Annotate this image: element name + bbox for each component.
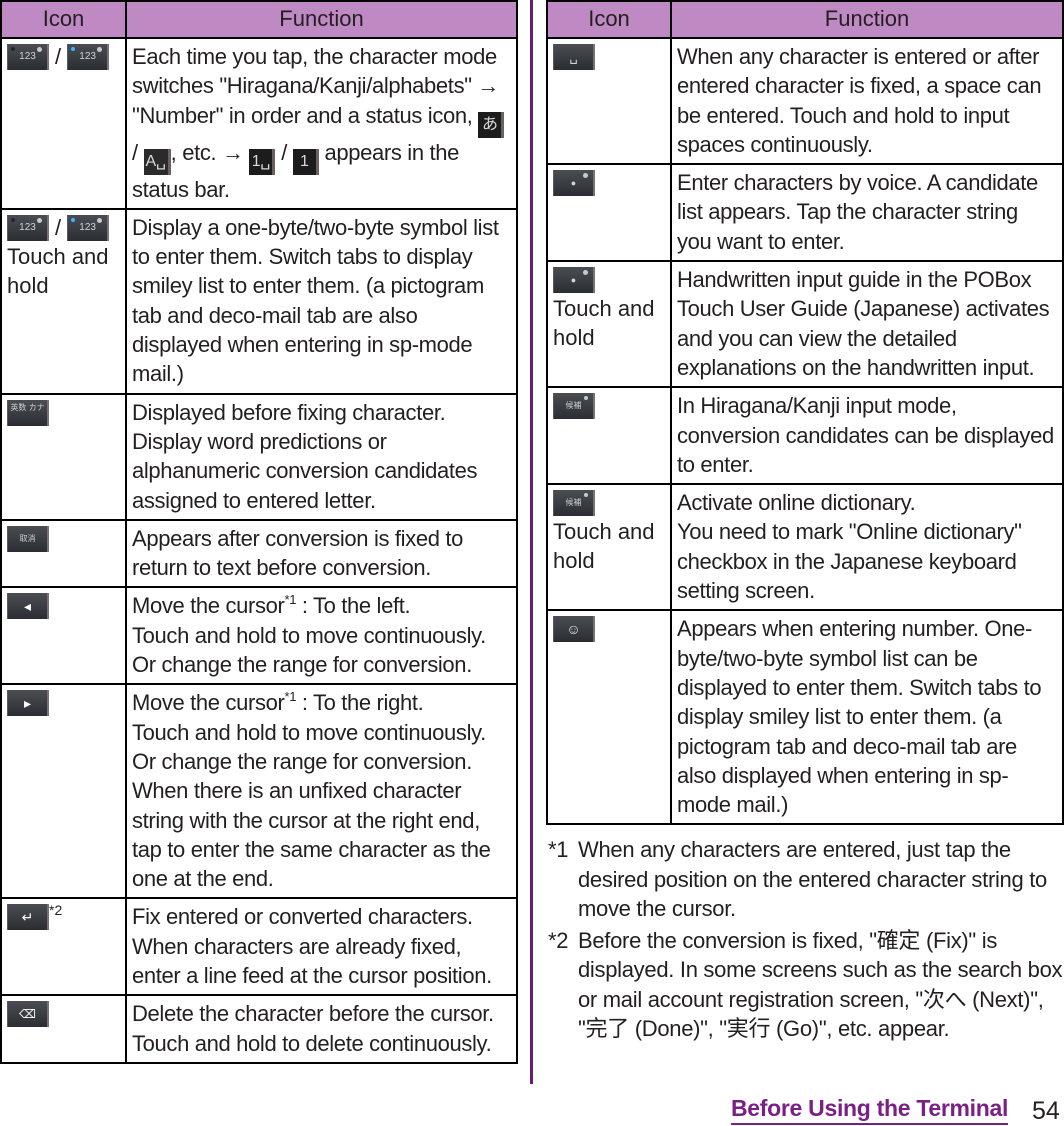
- icon-cell: ● Touch and hold: [546, 260, 672, 389]
- left-column: Icon Function 123/123 Each time you tap,…: [0, 0, 518, 1064]
- function-column-header: Function: [125, 0, 518, 39]
- footnote-ref-1[interactable]: *1: [284, 689, 296, 704]
- function-column-header: Function: [670, 0, 1064, 39]
- eisu-kana-key-icon: 英数 カナ: [7, 399, 49, 426]
- function-cell: Move the cursor*1 : To the left. Touch a…: [125, 586, 518, 686]
- icon-cell: ↵ *2: [0, 897, 127, 997]
- icon-column-header: Icon: [546, 0, 672, 39]
- table-row: ☺ Appears when entering number. One-byte…: [546, 609, 1064, 826]
- number-status-icon: 1: [292, 148, 319, 175]
- function-cell: Handwritten input guide in the POBox Tou…: [670, 260, 1064, 389]
- footnotes: *1 When any characters are entered, just…: [546, 835, 1064, 1044]
- touch-and-hold-label: Touch and hold: [553, 519, 655, 574]
- right-function-table: Icon Function ␣ When any character is en…: [546, 0, 1064, 826]
- right-column: Icon Function ␣ When any character is en…: [546, 0, 1064, 1046]
- function-cell: When any character is entered or after e…: [670, 36, 1064, 166]
- icon-cell: ␣: [546, 36, 672, 166]
- icon-cell: ☺: [546, 609, 672, 826]
- icon-cell: 取消: [0, 518, 127, 589]
- table-row: ◂ Move the cursor*1 : To the left. Touch…: [0, 586, 518, 686]
- icon-cell: 候補 Touch and hold: [546, 483, 672, 612]
- function-cell: In Hiragana/Kanji input mode, conversion…: [670, 386, 1064, 486]
- table-row: ␣ When any character is entered or after…: [546, 36, 1064, 166]
- cursor-left-key-icon: ◂: [7, 593, 49, 620]
- footnote-mark: *2: [548, 927, 569, 953]
- voice-input-key-icon: ●: [553, 267, 595, 294]
- cursor-right-key-icon: ▸: [7, 690, 49, 717]
- table-row: ⌫ Delete the character before the cursor…: [0, 994, 518, 1064]
- 123-mode-key-active-icon: 123: [67, 214, 110, 241]
- footnote-ref-2[interactable]: *2: [49, 902, 62, 918]
- space-key-icon: ␣: [553, 44, 595, 70]
- function-cell: Displayed before fixing character. Displ…: [125, 392, 518, 521]
- table-row: 候補 Touch and hold Activate online dictio…: [546, 483, 1064, 612]
- icon-cell: ⌫: [0, 994, 127, 1064]
- icon-column-header: Icon: [0, 0, 127, 39]
- table-row: 123/123 Touch and hold Display a one-byt…: [0, 207, 518, 395]
- footnote-2: *2 Before the conversion is fixed, "確定 (…: [546, 926, 1064, 1044]
- table-row: 英数 カナ Displayed before fixing character.…: [0, 392, 518, 521]
- 123-mode-key-icon: 123: [7, 214, 49, 241]
- enter-key-icon: ↵: [7, 904, 49, 931]
- table-row: ● Enter characters by voice. A candidate…: [546, 163, 1064, 263]
- function-cell: Appears when entering number. One-byte/t…: [670, 609, 1064, 826]
- table-row: ↵ *2 Fix entered or converted characters.…: [0, 897, 518, 997]
- footnote-1: *1 When any characters are entered, just…: [546, 835, 1064, 924]
- icon-cell: 英数 カナ: [0, 392, 127, 521]
- table-header-row: Icon Function: [546, 0, 1064, 39]
- function-cell: Activate online dictionary. You need to …: [670, 483, 1064, 612]
- icon-cell: ▸: [0, 683, 127, 900]
- number-half-status-icon: 1␣: [249, 148, 276, 175]
- footnote-text: Before the conversion is fixed, "確定 (Fix…: [578, 927, 1063, 1042]
- footnote-text: When any characters are entered, just ta…: [578, 837, 1047, 922]
- footnote-mark: *1: [548, 837, 569, 863]
- table-row: 123/123 Each time you tap, the character…: [0, 37, 518, 210]
- icon-cell: 候補: [546, 386, 672, 486]
- function-cell: Fix entered or converted characters. Whe…: [125, 897, 518, 997]
- icon-cell: ●: [546, 163, 672, 263]
- hiragana-status-icon: あ: [478, 111, 505, 138]
- 123-mode-key-icon: 123: [7, 44, 49, 70]
- table-row: 取消 Appears after conversion is fixed to …: [0, 518, 518, 589]
- undo-key-icon: 取消: [7, 525, 49, 552]
- voice-input-key-icon: ●: [553, 170, 595, 197]
- footnote-ref-1[interactable]: *1: [284, 592, 296, 607]
- icon-cell: ◂: [0, 586, 127, 686]
- page-number: 54: [1032, 1097, 1060, 1125]
- table-row: 候補 In Hiragana/Kanji input mode, convers…: [546, 386, 1064, 486]
- candidate-key-icon: 候補: [553, 490, 595, 517]
- section-title-link[interactable]: Before Using the Terminal: [731, 1094, 1008, 1125]
- candidate-key-icon: 候補: [553, 393, 595, 420]
- table-row: ▸ Move the cursor*1 : To the right. Touc…: [0, 683, 518, 900]
- function-cell: Each time you tap, the character mode sw…: [125, 37, 518, 210]
- column-divider: [530, 0, 533, 1084]
- smiley-key-icon: ☺: [553, 616, 595, 643]
- backspace-key-icon: ⌫: [7, 1001, 49, 1028]
- alphabet-status-icon: A␣: [143, 148, 171, 175]
- table-header-row: Icon Function: [0, 0, 518, 39]
- 123-mode-key-active-icon: 123: [67, 44, 110, 70]
- touch-and-hold-label: Touch and hold: [7, 243, 109, 298]
- function-cell: Delete the character before the cursor. …: [125, 994, 518, 1064]
- icon-cell: 123/123 Touch and hold: [0, 207, 127, 395]
- touch-and-hold-label: Touch and hold: [553, 296, 655, 351]
- function-cell: Move the cursor*1 : To the right. Touch …: [125, 683, 518, 900]
- function-cell: Display a one-byte/two-byte symbol list …: [125, 207, 518, 395]
- function-cell: Enter characters by voice. A candidate l…: [670, 163, 1064, 263]
- left-function-table: Icon Function 123/123 Each time you tap,…: [0, 0, 518, 1064]
- icon-cell: 123/123: [0, 37, 127, 210]
- function-cell: Appears after conversion is fixed to ret…: [125, 518, 518, 589]
- table-row: ● Touch and hold Handwritten input guide…: [546, 260, 1064, 389]
